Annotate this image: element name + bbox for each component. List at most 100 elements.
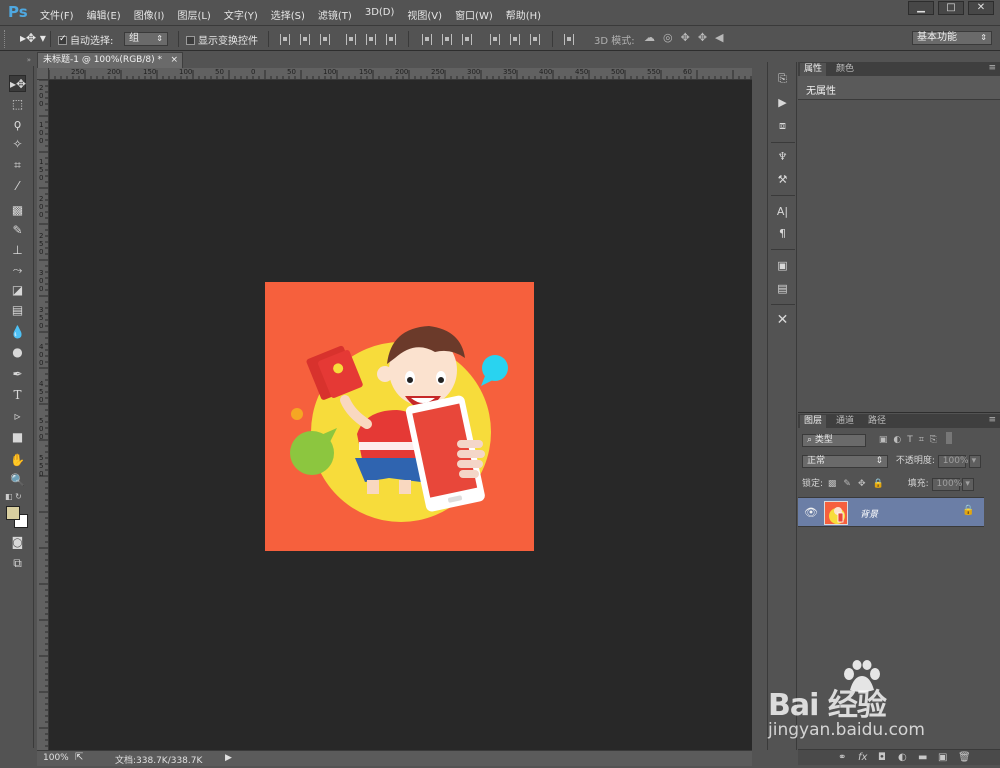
brush-panel-icon[interactable]: ⚒ — [774, 171, 791, 188]
clone-stamp-tool-icon[interactable]: ⊥ — [9, 242, 26, 259]
vertical-ruler[interactable]: 200100150200250300350400450500550 — [37, 80, 49, 750]
healing-brush-tool-icon[interactable]: ▩ — [9, 202, 26, 219]
distribute-hcenter-icon[interactable] — [510, 34, 520, 45]
visibility-eye-icon[interactable]: 👁 — [804, 506, 818, 519]
eyedropper-tool-icon[interactable]: ⁄ — [9, 178, 26, 195]
fx-icon[interactable]: fx — [858, 752, 867, 763]
collapse-icon[interactable]: » — [0, 56, 34, 64]
layer-name[interactable]: 背景 — [860, 507, 878, 520]
menu-filter[interactable]: 滤镜(T) — [318, 7, 352, 22]
fill-slider-toggle[interactable]: ▾ — [962, 478, 975, 491]
screen-mode-icon[interactable]: ⧉ — [9, 555, 26, 572]
share-icon[interactable]: ⇱ — [75, 752, 83, 763]
status-menu-arrow-icon[interactable]: ▶ — [225, 753, 232, 763]
notes-panel-icon[interactable]: ▤ — [774, 280, 791, 297]
history-panel-icon[interactable]: ⎘ — [774, 70, 791, 87]
brush-tool-icon[interactable]: ✎ — [9, 222, 26, 239]
menu-type[interactable]: 文字(Y) — [224, 7, 258, 22]
minimize-button[interactable]: ▁ — [908, 1, 934, 15]
tool-presets-panel-icon[interactable]: ✕ — [774, 312, 791, 329]
maximize-button[interactable]: □ — [938, 1, 964, 15]
rectangle-tool-icon[interactable]: ■ — [9, 429, 26, 446]
tab-channels[interactable]: 通道 — [832, 415, 858, 428]
blend-mode-dropdown[interactable]: 正常 ⇕ — [802, 455, 888, 468]
paragraph-panel-icon[interactable]: ¶ — [774, 225, 791, 242]
adjustment-layer-icon[interactable]: ◐ — [898, 752, 907, 763]
tab-paths[interactable]: 路径 — [864, 415, 890, 428]
menu-layer[interactable]: 图层(L) — [177, 7, 210, 22]
auto-select-checkbox[interactable]: 自动选择: — [58, 32, 113, 47]
quick-mask-icon[interactable]: ◙ — [9, 534, 26, 551]
menu-edit[interactable]: 编辑(E) — [87, 7, 121, 22]
actions-panel-icon[interactable]: ▶ — [774, 94, 791, 111]
distribute-right-icon[interactable] — [530, 34, 540, 45]
crop-tool-icon[interactable]: ⌗ — [9, 157, 26, 174]
ruler-origin[interactable] — [37, 68, 49, 80]
tab-layers[interactable]: 图层 — [800, 415, 827, 428]
clone-source-panel-icon[interactable]: ⧈ — [774, 117, 791, 134]
align-right-edges-icon[interactable] — [386, 34, 396, 45]
add-mask-icon[interactable]: ◘ — [878, 752, 886, 763]
auto-align-layers-icon[interactable] — [564, 34, 574, 45]
distribute-top-icon[interactable] — [422, 34, 432, 45]
tab-properties[interactable]: 属性 — [800, 63, 827, 76]
menu-3d[interactable]: 3D(D) — [365, 7, 395, 22]
close-button[interactable]: ✕ — [968, 1, 994, 15]
horizontal-ruler[interactable]: 250 200 150 100 50 0 50 100 150 200 250 300 350 400 45… — [49, 68, 752, 80]
layers-scrollbar[interactable] — [986, 497, 1000, 527]
3d-mode-icons[interactable]: ☁◎✥✥◀ — [644, 31, 732, 44]
info-panel-icon[interactable]: ▣ — [774, 257, 791, 274]
new-group-icon[interactable]: ▬ — [918, 752, 927, 763]
foreground-color-swatch[interactable] — [6, 506, 20, 520]
auto-select-dropdown[interactable]: 组 ⇕ — [124, 32, 168, 46]
distribute-vcenter-icon[interactable] — [442, 34, 452, 45]
fill-input[interactable]: 100% — [931, 478, 962, 491]
panel-menu-icon[interactable]: ≡ — [988, 63, 996, 73]
path-select-tool-icon[interactable]: ▹ — [9, 408, 26, 425]
menu-image[interactable]: 图像(I) — [134, 7, 165, 22]
zoom-tool-icon[interactable]: 🔍 — [9, 472, 26, 489]
link-layers-icon[interactable]: ⚭ — [838, 752, 846, 763]
workspace-dropdown[interactable]: 基本功能 ⇕ — [912, 31, 992, 45]
align-bottom-edges-icon[interactable] — [320, 34, 330, 45]
menu-help[interactable]: 帮助(H) — [506, 7, 541, 22]
align-left-edges-icon[interactable] — [346, 34, 356, 45]
marquee-tool-icon[interactable]: ⬚ — [9, 96, 26, 113]
gradient-tool-icon[interactable]: ▤ — [9, 302, 26, 319]
quick-select-tool-icon[interactable]: ✧ — [9, 136, 26, 153]
delete-layer-icon[interactable]: 🗑 — [958, 752, 971, 763]
menu-select[interactable]: 选择(S) — [271, 7, 305, 22]
canvas-area[interactable] — [49, 80, 752, 750]
lock-icons[interactable]: ▩✎✥🔒 — [828, 479, 891, 489]
menu-file[interactable]: 文件(F) — [40, 7, 74, 22]
opacity-input[interactable]: 100% — [937, 455, 969, 468]
panel-menu-icon[interactable]: ≡ — [988, 415, 996, 425]
distribute-bottom-icon[interactable] — [462, 34, 472, 45]
menu-view[interactable]: 视图(V) — [407, 7, 442, 22]
distribute-left-icon[interactable] — [490, 34, 500, 45]
hand-tool-icon[interactable]: ✋ — [9, 452, 26, 469]
opacity-slider-toggle[interactable]: ▾ — [968, 455, 981, 468]
show-transform-checkbox[interactable]: 显示变换控件 — [186, 32, 258, 47]
align-horizontal-centers-icon[interactable] — [366, 34, 376, 45]
blur-tool-icon[interactable]: 💧 — [9, 324, 26, 341]
menu-window[interactable]: 窗口(W) — [455, 7, 493, 22]
align-vertical-centers-icon[interactable] — [300, 34, 310, 45]
filter-icons[interactable]: ▣◐T⌗⎘ — [879, 435, 943, 445]
close-tab-icon[interactable]: × — [170, 53, 178, 67]
zoom-level[interactable]: 100% — [43, 753, 69, 763]
lasso-tool-icon[interactable]: ϙ — [9, 116, 26, 133]
type-tool-icon[interactable]: T — [9, 387, 26, 404]
move-tool-icon[interactable]: ▸✥ — [9, 75, 26, 92]
document-tab[interactable]: 未标题-1 @ 100%(RGB/8) * × — [37, 52, 183, 68]
dodge-tool-icon[interactable]: ● — [9, 344, 26, 361]
filter-toggle[interactable] — [945, 432, 952, 444]
move-tool-preset-icon[interactable]: ▸✥ ▾ — [20, 31, 46, 45]
history-brush-tool-icon[interactable]: ⤳ — [9, 262, 26, 279]
tab-color[interactable]: 颜色 — [832, 63, 858, 76]
new-layer-icon[interactable]: ▣ — [938, 752, 947, 763]
brush-presets-panel-icon[interactable]: ♆ — [774, 148, 791, 165]
default-colors-icon[interactable]: ◧ ↻ — [5, 492, 22, 501]
character-panel-icon[interactable]: A| — [774, 203, 791, 220]
kind-filter-dropdown[interactable]: ⌕ 类型 — [802, 434, 866, 447]
